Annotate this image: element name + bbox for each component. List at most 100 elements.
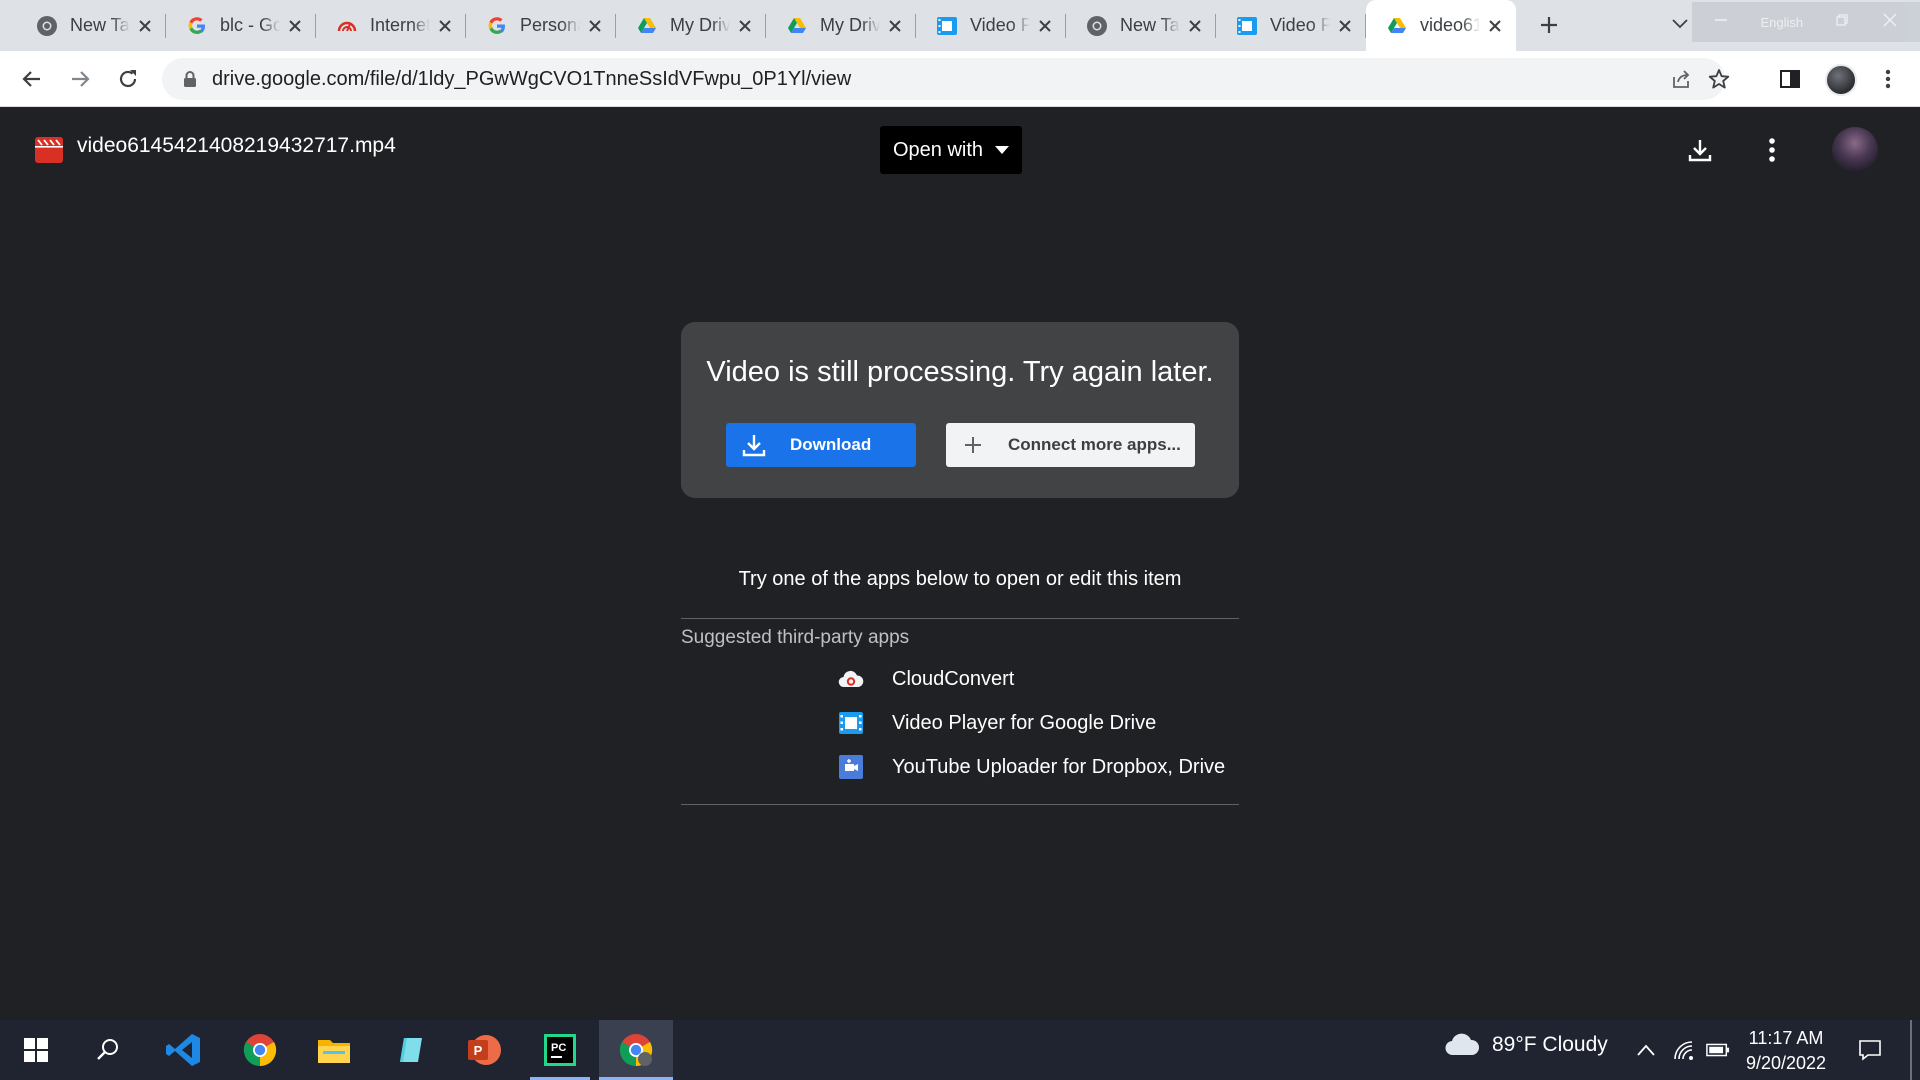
- forward-button[interactable]: [64, 63, 96, 95]
- start-button[interactable]: [6, 1020, 66, 1080]
- close-tab-icon[interactable]: [286, 17, 304, 35]
- tab-title: My Drive - Google Drive: [670, 15, 730, 35]
- download-button[interactable]: Download: [726, 423, 916, 467]
- taskbar-file-explorer[interactable]: [304, 1020, 364, 1080]
- folder-icon: [318, 1040, 350, 1063]
- try-apps-text: Try one of the apps below to open or edi…: [738, 568, 1182, 590]
- close-tab-icon[interactable]: [1036, 17, 1054, 35]
- clock-time: 11:17 AM: [1748, 1028, 1824, 1048]
- weather-text: 89°F Cloudy: [1492, 1033, 1608, 1056]
- app-label: Video Player for Google Drive: [892, 711, 1157, 734]
- bookmark-star-icon[interactable]: [1707, 67, 1731, 91]
- new-tab-button[interactable]: [1536, 12, 1562, 38]
- reload-button[interactable]: [112, 63, 144, 95]
- chrome-icon: [36, 15, 58, 37]
- connect-more-apps-button[interactable]: Connect more apps...: [946, 423, 1195, 467]
- tab-title: New Tab: [70, 15, 130, 35]
- tab-title: Video Player: [1270, 15, 1330, 35]
- tab-video-player-2[interactable]: Video Player: [1216, 0, 1366, 51]
- chrome-icon: [243, 1034, 277, 1067]
- tab-speed-test[interactable]: Internet Speed Test: [316, 0, 466, 51]
- chevron-down-icon: [1672, 19, 1688, 29]
- tab-personal[interactable]: Personal: [466, 0, 616, 51]
- processing-card: Video is still processing. Try again lat…: [681, 322, 1239, 498]
- restore-icon[interactable]: [1835, 13, 1849, 32]
- more-vert-icon: [1769, 138, 1775, 162]
- tab-title: Personal: [520, 15, 580, 35]
- close-tab-icon[interactable]: [886, 17, 904, 35]
- notifications-button[interactable]: [1856, 1036, 1884, 1064]
- notepad-icon: [400, 1038, 422, 1062]
- taskbar-vscode[interactable]: [154, 1020, 214, 1080]
- side-panel-icon: [1780, 70, 1800, 88]
- divider: [681, 618, 1239, 619]
- cloudconvert-icon: [838, 666, 864, 692]
- close-tab-icon[interactable]: [1486, 17, 1504, 35]
- battery-icon: [1706, 1043, 1730, 1057]
- side-panel-button[interactable]: [1776, 65, 1804, 93]
- video-player-icon: [838, 710, 864, 736]
- google-drive-icon: [636, 15, 658, 37]
- taskbar-chrome[interactable]: [230, 1020, 290, 1080]
- account-avatar[interactable]: [1832, 127, 1878, 173]
- taskbar-powerpoint[interactable]: P: [454, 1020, 514, 1080]
- app-item-cloudconvert[interactable]: CloudConvert: [838, 664, 1014, 694]
- clock-date: 9/20/2022: [1745, 1053, 1827, 1073]
- tab-strip: New Tab blc - Google Search Internet Spe…: [0, 0, 1920, 51]
- svg-text:PC: PC: [551, 1042, 566, 1054]
- taskbar-notes-app[interactable]: [380, 1020, 440, 1080]
- chrome-menu-button[interactable]: [1874, 65, 1902, 93]
- weather-widget[interactable]: 89°F Cloudy: [1444, 1033, 1608, 1057]
- download-header-button[interactable]: [1684, 134, 1716, 166]
- chrome-icon: [619, 1034, 653, 1067]
- app-label: YouTube Uploader for Dropbox, Drive: [892, 755, 1226, 778]
- reload-icon: [119, 70, 137, 88]
- minimize-icon[interactable]: [1714, 13, 1728, 32]
- close-window-icon[interactable]: [1882, 12, 1898, 33]
- close-tab-icon[interactable]: [136, 17, 154, 35]
- powerpoint-icon: P: [468, 1035, 501, 1065]
- app-item-video-player[interactable]: Video Player for Google Drive: [838, 708, 1156, 738]
- taskbar-search-button[interactable]: [78, 1020, 138, 1080]
- tab-my-drive-2[interactable]: My Drive - Google Drive: [766, 0, 916, 51]
- tab-new-tab-2[interactable]: New Tab: [1066, 0, 1216, 51]
- video-file-icon: [35, 137, 63, 163]
- app-item-youtube-uploader[interactable]: YouTube Uploader for Dropbox, Drive: [838, 752, 1225, 782]
- tab-my-drive-1[interactable]: My Drive - Google Drive: [616, 0, 766, 51]
- tab-blc-search[interactable]: blc - Google Search: [166, 0, 316, 51]
- lock-icon[interactable]: [180, 69, 200, 89]
- caret-down-icon: [995, 146, 1010, 154]
- system-clock[interactable]: 11:17 AM 9/20/2022: [1740, 1026, 1832, 1076]
- taskbar-pycharm[interactable]: PC: [530, 1020, 590, 1080]
- back-button[interactable]: [16, 63, 48, 95]
- tab-video-file-active[interactable]: video6145421408219432717.mp4: [1366, 0, 1516, 51]
- tab-new-tab-1[interactable]: New Tab: [16, 0, 166, 51]
- more-actions-button[interactable]: [1756, 134, 1788, 166]
- open-with-label: Open with: [892, 138, 984, 161]
- window-controls: English: [1692, 2, 1920, 42]
- network-button[interactable]: [1672, 1038, 1696, 1062]
- open-with-button[interactable]: Open with: [880, 126, 1022, 174]
- download-icon: [1688, 140, 1712, 162]
- tab-video-player-1[interactable]: Video Player: [916, 0, 1066, 51]
- close-tab-icon[interactable]: [1336, 17, 1354, 35]
- show-desktop-button[interactable]: [1910, 1020, 1912, 1080]
- windows-taskbar: P PC 89°F Cloudy 11:17 AM 9/20/2022: [0, 1020, 1920, 1080]
- share-icon[interactable]: [1670, 67, 1694, 91]
- svg-text:P: P: [474, 1043, 483, 1058]
- show-hidden-icons-button[interactable]: [1634, 1038, 1658, 1062]
- profile-button[interactable]: [1824, 63, 1858, 97]
- notification-icon: [1859, 1040, 1881, 1061]
- close-tab-icon[interactable]: [736, 17, 754, 35]
- url-text[interactable]: drive.google.com/file/d/1ldy_PGwWgCVO1Tn…: [212, 58, 851, 100]
- suggested-apps-heading: Suggested third-party apps: [681, 627, 910, 648]
- close-tab-icon[interactable]: [586, 17, 604, 35]
- close-tab-icon[interactable]: [436, 17, 454, 35]
- tab-search-button[interactable]: [1668, 12, 1692, 36]
- plus-icon: [965, 437, 981, 453]
- battery-button[interactable]: [1706, 1038, 1730, 1062]
- taskbar-chrome-active[interactable]: [599, 1020, 673, 1080]
- close-tab-icon[interactable]: [1186, 17, 1204, 35]
- tab-title: video6145421408219432717.mp4: [1420, 15, 1480, 35]
- address-bar[interactable]: drive.google.com/file/d/1ldy_PGwWgCVO1Tn…: [162, 58, 1730, 100]
